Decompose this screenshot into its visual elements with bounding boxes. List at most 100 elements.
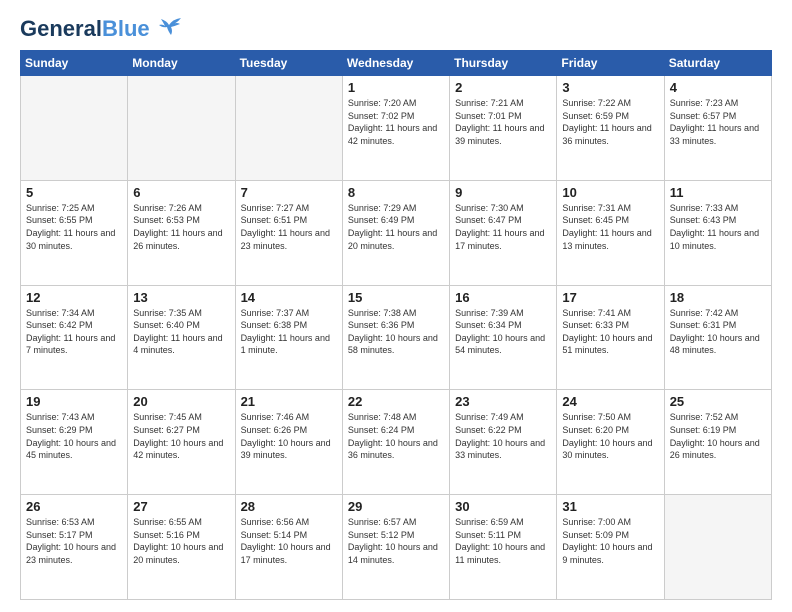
day-number: 12 <box>26 290 122 305</box>
day-number: 3 <box>562 80 658 95</box>
day-info: Sunrise: 7:22 AMSunset: 6:59 PMDaylight:… <box>562 97 658 147</box>
day-info: Sunrise: 7:39 AMSunset: 6:34 PMDaylight:… <box>455 307 551 357</box>
day-info: Sunrise: 7:27 AMSunset: 6:51 PMDaylight:… <box>241 202 337 252</box>
calendar-cell: 15 Sunrise: 7:38 AMSunset: 6:36 PMDayligh… <box>342 285 449 390</box>
day-number: 30 <box>455 499 551 514</box>
logo: GeneralBlue <box>20 18 183 40</box>
day-number: 29 <box>348 499 444 514</box>
logo-general: General <box>20 16 102 41</box>
calendar-cell: 1 Sunrise: 7:20 AMSunset: 7:02 PMDaylight… <box>342 76 449 181</box>
calendar-cell: 28Sunrise: 6:56 AMSunset: 5:14 PMDayligh… <box>235 495 342 600</box>
day-info: Sunrise: 7:26 AMSunset: 6:53 PMDaylight:… <box>133 202 229 252</box>
day-number: 5 <box>26 185 122 200</box>
calendar-cell: 23 Sunrise: 7:49 AMSunset: 6:22 PMDayligh… <box>450 390 557 495</box>
calendar-cell: 16Sunrise: 7:39 AMSunset: 6:34 PMDayligh… <box>450 285 557 390</box>
day-number: 14 <box>241 290 337 305</box>
calendar-week: 19 Sunrise: 7:43 AMSunset: 6:29 PMDayligh… <box>21 390 772 495</box>
day-info: Sunrise: 7:25 AMSunset: 6:55 PMDaylight:… <box>26 202 122 252</box>
day-info: Sunrise: 7:21 AMSunset: 7:01 PMDaylight:… <box>455 97 551 147</box>
day-info: Sunrise: 7:31 AMSunset: 6:45 PMDaylight:… <box>562 202 658 252</box>
day-number: 11 <box>670 185 766 200</box>
weekday-header: Tuesday <box>235 51 342 76</box>
day-number: 27 <box>133 499 229 514</box>
day-info: Sunrise: 7:45 AMSunset: 6:27 PMDaylight:… <box>133 411 229 461</box>
calendar-cell: 20 Sunrise: 7:45 AMSunset: 6:27 PMDayligh… <box>128 390 235 495</box>
day-info: Sunrise: 7:23 AMSunset: 6:57 PMDaylight:… <box>670 97 766 147</box>
day-number: 15 <box>348 290 444 305</box>
day-number: 19 <box>26 394 122 409</box>
calendar-week: 26Sunrise: 6:53 AMSunset: 5:17 PMDayligh… <box>21 495 772 600</box>
day-number: 23 <box>455 394 551 409</box>
day-number: 20 <box>133 394 229 409</box>
day-number: 9 <box>455 185 551 200</box>
calendar-cell: 10 Sunrise: 7:31 AMSunset: 6:45 PMDayligh… <box>557 180 664 285</box>
calendar-cell: 9Sunrise: 7:30 AMSunset: 6:47 PMDaylight… <box>450 180 557 285</box>
day-info: Sunrise: 7:43 AMSunset: 6:29 PMDaylight:… <box>26 411 122 461</box>
day-info: Sunrise: 7:34 AMSunset: 6:42 PMDaylight:… <box>26 307 122 357</box>
day-info: Sunrise: 7:35 AMSunset: 6:40 PMDaylight:… <box>133 307 229 357</box>
day-number: 8 <box>348 185 444 200</box>
calendar-cell: 31Sunrise: 7:00 AMSunset: 5:09 PMDayligh… <box>557 495 664 600</box>
calendar-week: 1 Sunrise: 7:20 AMSunset: 7:02 PMDaylight… <box>21 76 772 181</box>
weekday-header: Friday <box>557 51 664 76</box>
calendar-cell: 4 Sunrise: 7:23 AMSunset: 6:57 PMDaylight… <box>664 76 771 181</box>
day-number: 4 <box>670 80 766 95</box>
calendar-cell: 24 Sunrise: 7:50 AMSunset: 6:20 PMDayligh… <box>557 390 664 495</box>
day-number: 7 <box>241 185 337 200</box>
calendar-cell: 18Sunrise: 7:42 AMSunset: 6:31 PMDayligh… <box>664 285 771 390</box>
day-info: Sunrise: 6:53 AMSunset: 5:17 PMDaylight:… <box>26 516 122 566</box>
day-info: Sunrise: 7:42 AMSunset: 6:31 PMDaylight:… <box>670 307 766 357</box>
calendar-cell: 13 Sunrise: 7:35 AMSunset: 6:40 PMDayligh… <box>128 285 235 390</box>
calendar-cell: 6Sunrise: 7:26 AMSunset: 6:53 PMDaylight… <box>128 180 235 285</box>
calendar-cell: 19 Sunrise: 7:43 AMSunset: 6:29 PMDayligh… <box>21 390 128 495</box>
day-number: 2 <box>455 80 551 95</box>
calendar-cell: 27Sunrise: 6:55 AMSunset: 5:16 PMDayligh… <box>128 495 235 600</box>
weekday-header: Sunday <box>21 51 128 76</box>
calendar-cell <box>235 76 342 181</box>
day-number: 22 <box>348 394 444 409</box>
day-number: 10 <box>562 185 658 200</box>
weekday-header: Wednesday <box>342 51 449 76</box>
weekday-header: Saturday <box>664 51 771 76</box>
day-number: 25 <box>670 394 766 409</box>
header: GeneralBlue <box>20 18 772 40</box>
calendar-cell: 12 Sunrise: 7:34 AMSunset: 6:42 PMDayligh… <box>21 285 128 390</box>
calendar-cell: 29 Sunrise: 6:57 AMSunset: 5:12 PMDayligh… <box>342 495 449 600</box>
calendar-week: 5 Sunrise: 7:25 AMSunset: 6:55 PMDaylight… <box>21 180 772 285</box>
calendar-cell <box>664 495 771 600</box>
logo-bird-icon <box>155 17 183 37</box>
day-info: Sunrise: 7:49 AMSunset: 6:22 PMDaylight:… <box>455 411 551 461</box>
calendar-cell: 8 Sunrise: 7:29 AMSunset: 6:49 PMDaylight… <box>342 180 449 285</box>
calendar-cell <box>21 76 128 181</box>
calendar-cell: 26Sunrise: 6:53 AMSunset: 5:17 PMDayligh… <box>21 495 128 600</box>
calendar-cell: 11 Sunrise: 7:33 AMSunset: 6:43 PMDayligh… <box>664 180 771 285</box>
calendar-cell <box>128 76 235 181</box>
calendar-table: SundayMondayTuesdayWednesdayThursdayFrid… <box>20 50 772 600</box>
weekday-header: Thursday <box>450 51 557 76</box>
day-info: Sunrise: 7:48 AMSunset: 6:24 PMDaylight:… <box>348 411 444 461</box>
day-info: Sunrise: 7:33 AMSunset: 6:43 PMDaylight:… <box>670 202 766 252</box>
calendar-week: 12 Sunrise: 7:34 AMSunset: 6:42 PMDayligh… <box>21 285 772 390</box>
calendar-cell: 21Sunrise: 7:46 AMSunset: 6:26 PMDayligh… <box>235 390 342 495</box>
day-info: Sunrise: 7:20 AMSunset: 7:02 PMDaylight:… <box>348 97 444 147</box>
calendar-cell: 7 Sunrise: 7:27 AMSunset: 6:51 PMDaylight… <box>235 180 342 285</box>
day-info: Sunrise: 7:52 AMSunset: 6:19 PMDaylight:… <box>670 411 766 461</box>
page: GeneralBlue SundayMondayTuesdayWednesday… <box>0 0 792 612</box>
day-info: Sunrise: 6:59 AMSunset: 5:11 PMDaylight:… <box>455 516 551 566</box>
day-info: Sunrise: 7:29 AMSunset: 6:49 PMDaylight:… <box>348 202 444 252</box>
day-info: Sunrise: 6:57 AMSunset: 5:12 PMDaylight:… <box>348 516 444 566</box>
weekday-header: Monday <box>128 51 235 76</box>
calendar-cell: 5 Sunrise: 7:25 AMSunset: 6:55 PMDaylight… <box>21 180 128 285</box>
calendar-cell: 2 Sunrise: 7:21 AMSunset: 7:01 PMDaylight… <box>450 76 557 181</box>
calendar-cell: 17Sunrise: 7:41 AMSunset: 6:33 PMDayligh… <box>557 285 664 390</box>
day-info: Sunrise: 7:50 AMSunset: 6:20 PMDaylight:… <box>562 411 658 461</box>
day-info: Sunrise: 7:37 AMSunset: 6:38 PMDaylight:… <box>241 307 337 357</box>
calendar-cell: 25 Sunrise: 7:52 AMSunset: 6:19 PMDayligh… <box>664 390 771 495</box>
day-number: 13 <box>133 290 229 305</box>
day-info: Sunrise: 7:38 AMSunset: 6:36 PMDaylight:… <box>348 307 444 357</box>
day-info: Sunrise: 7:00 AMSunset: 5:09 PMDaylight:… <box>562 516 658 566</box>
day-number: 1 <box>348 80 444 95</box>
day-number: 28 <box>241 499 337 514</box>
day-number: 21 <box>241 394 337 409</box>
day-number: 24 <box>562 394 658 409</box>
